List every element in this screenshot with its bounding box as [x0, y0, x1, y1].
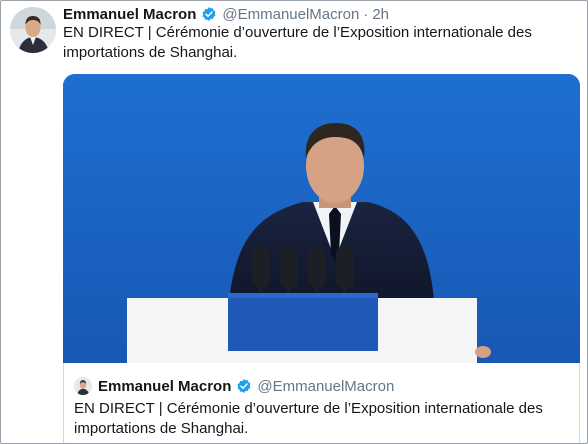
quoted-tweet-header: Emmanuel Macron @EmmanuelMacron — [74, 376, 394, 396]
speaker-scene-image — [63, 74, 580, 363]
separator-dot: · — [363, 5, 369, 23]
quoted-avatar — [74, 377, 92, 395]
author-handle[interactable]: @EmmanuelMacron — [222, 6, 359, 23]
verified-badge-icon — [201, 6, 217, 22]
avatar-photo — [10, 7, 56, 53]
timestamp[interactable]: 2h — [372, 6, 389, 23]
quoted-author-name: Emmanuel Macron — [98, 377, 232, 395]
author-name[interactable]: Emmanuel Macron — [63, 6, 196, 23]
tweet-header: Emmanuel Macron @EmmanuelMacron · 2h — [63, 4, 389, 24]
verified-badge-icon — [236, 378, 252, 394]
quoted-tweet-text: EN DIRECT | Cérémonie d’ouverture de l’E… — [74, 400, 543, 437]
video-thumbnail[interactable] — [63, 74, 580, 363]
quoted-tweet[interactable]: Emmanuel Macron @EmmanuelMacron EN DIREC… — [63, 363, 580, 443]
quoted-author-handle: @EmmanuelMacron — [257, 377, 395, 395]
tweet-card: Emmanuel Macron @EmmanuelMacron · 2h EN … — [0, 0, 588, 444]
tweet-text: EN DIRECT | Cérémonie d’ouverture de l’E… — [63, 24, 532, 61]
avatar[interactable] — [10, 7, 56, 53]
